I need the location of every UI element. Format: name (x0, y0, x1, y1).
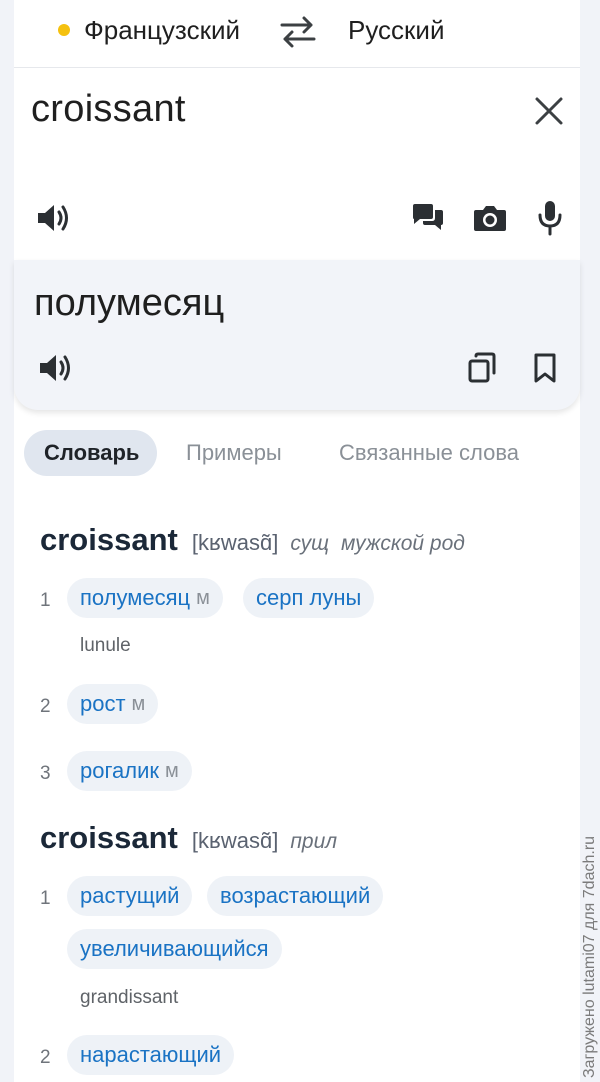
chip-gender: м (131, 692, 146, 715)
target-language-button[interactable]: Русский (348, 12, 444, 48)
source-text[interactable]: croissant (31, 88, 186, 131)
entry-part-of-speech: прил (290, 830, 338, 853)
translation-chip[interactable]: растущий (67, 876, 193, 916)
save-translation-button[interactable] (526, 348, 564, 388)
chip-gender: м (196, 586, 210, 609)
speaker-icon (38, 205, 68, 231)
watermark: Загружено lutami07 для 7dach.ru (581, 835, 598, 1078)
entry-gender: мужской род (340, 532, 465, 555)
chip-text: серп луны (256, 585, 362, 610)
tab-examples[interactable]: Примеры (186, 430, 282, 476)
clear-input-button[interactable] (528, 90, 570, 132)
entry-word: croissant (40, 820, 178, 855)
entry-transcription: [kʁwasɑ̃] (191, 828, 279, 853)
source-language-indicator (58, 24, 70, 36)
chip-text: растущий (80, 883, 180, 908)
target-language-label: Русский (348, 14, 445, 45)
translation-chip[interactable]: возрастающий (207, 876, 384, 916)
source-language-label: Французский (84, 14, 240, 45)
chip-text: нарастающий (80, 1042, 222, 1067)
translation-text: полумесяц (34, 282, 225, 324)
language-bar: Французский Русский (14, 0, 580, 68)
tab-related-words[interactable]: Связанные слова (339, 430, 519, 476)
sense-number: 1 (40, 590, 51, 611)
listen-translation-button[interactable] (36, 348, 76, 388)
sense-number: 2 (40, 1047, 51, 1068)
swap-icon (280, 16, 316, 48)
chip-text: рост (80, 691, 126, 716)
entry-transcription: [kʁwasɑ̃] (191, 530, 279, 555)
translation-chip[interactable]: нарастающий (67, 1035, 235, 1075)
entry-part-of-speech: сущ (290, 532, 329, 555)
copy-icon (468, 352, 496, 383)
translation-output-card: полумесяц (14, 260, 580, 410)
dictionary-entry-header: croissant [kʁwasɑ̃] прил (40, 820, 337, 856)
translation-chip[interactable]: полумесяц м (67, 578, 223, 618)
camera-button[interactable] (470, 198, 510, 238)
voice-input-button[interactable] (532, 198, 568, 238)
chip-gender: м (165, 759, 179, 782)
translation-chip[interactable]: рогалик м (67, 751, 192, 791)
speaker-icon (40, 355, 70, 381)
chip-text: полумесяц (80, 585, 191, 610)
listen-source-button[interactable] (34, 198, 74, 238)
chip-text: увеличивающийся (80, 936, 269, 961)
translation-chip[interactable]: серп луны (243, 578, 375, 618)
sense-number: 1 (40, 888, 51, 909)
sense-number: 3 (40, 763, 51, 784)
source-synonym: grandissant (80, 987, 179, 1008)
dictionary-card: croissant [kʁwasɑ̃] сущ мужской род 1 по… (14, 496, 580, 1082)
entry-word: croissant (40, 522, 178, 557)
conversation-icon (413, 204, 443, 230)
copy-button[interactable] (462, 348, 502, 388)
result-tabs: Словарь Примеры Связанные слова (24, 430, 584, 476)
dictionary-entry-header: croissant [kʁwasɑ̃] сущ мужской род (40, 522, 465, 558)
close-icon (535, 97, 563, 125)
sense-number: 2 (40, 696, 51, 717)
source-language-button[interactable]: Французский (58, 12, 240, 48)
swap-languages-button[interactable] (278, 14, 318, 50)
camera-icon (474, 206, 506, 231)
tab-dictionary[interactable]: Словарь (24, 430, 157, 476)
microphone-icon (538, 201, 562, 236)
chip-text: рогалик (80, 758, 159, 783)
translation-chip[interactable]: рост м (67, 684, 159, 724)
bookmark-icon (534, 353, 556, 383)
conversation-button[interactable] (408, 198, 448, 238)
source-input-area[interactable]: croissant (14, 68, 580, 260)
translation-chip[interactable]: увеличивающийся (67, 929, 282, 969)
source-synonym: lunule (80, 635, 131, 656)
chip-text: возрастающий (220, 883, 371, 908)
